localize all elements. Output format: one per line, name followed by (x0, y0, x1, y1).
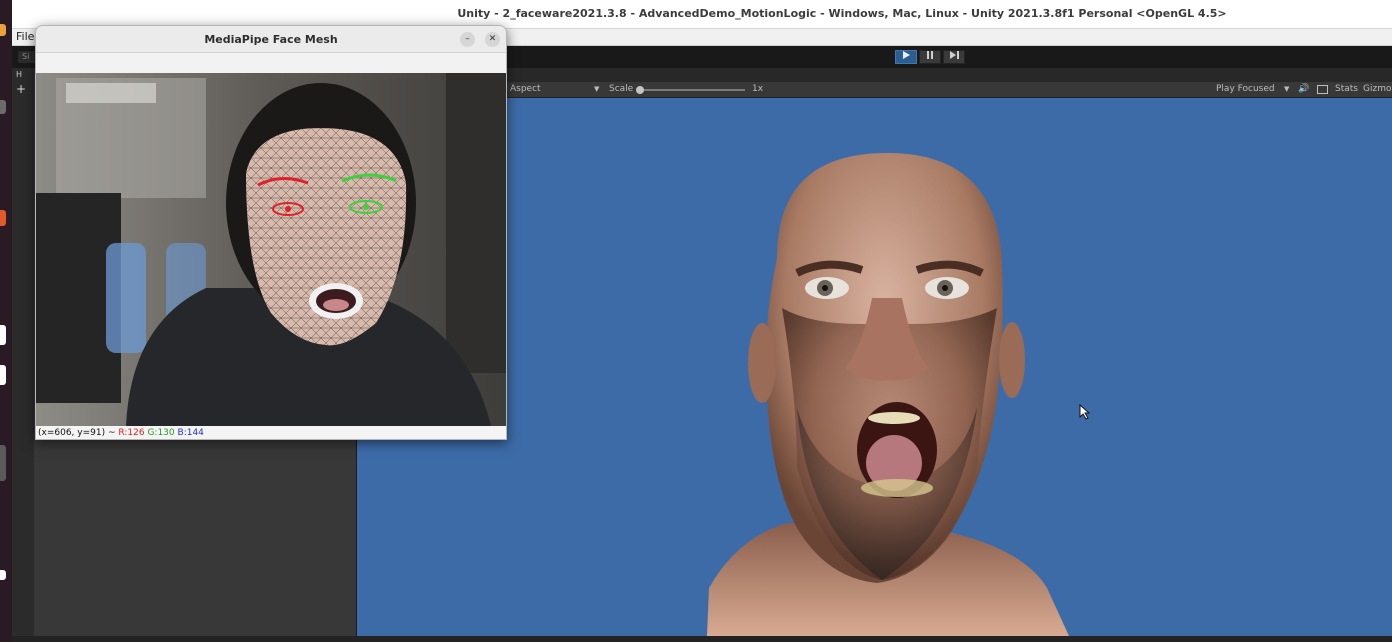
webcam-feed[interactable] (36, 73, 506, 426)
minimize-button[interactable]: – (460, 32, 475, 47)
pixel-red-value: R:126 (118, 428, 145, 438)
gizmos-button[interactable]: Gizmos (1363, 84, 1392, 94)
game-view-toolbar: Aspect ▼ Scale 1x Play Focused ▼ 🔊 Stats… (357, 82, 1392, 98)
scale-slider[interactable] (639, 89, 745, 91)
dock-app-icon[interactable] (0, 24, 6, 36)
dock-app-icon[interactable] (0, 365, 6, 385)
scale-label: Scale (609, 84, 634, 94)
aspect-dropdown[interactable]: Aspect (510, 84, 541, 94)
hierarchy-tab[interactable]: H (16, 70, 36, 82)
ubuntu-dock (0, 0, 12, 642)
mediapipe-window-title: MediaPipe Face Mesh (204, 33, 338, 46)
close-icon: ✕ (488, 34, 497, 44)
3d-head-render (707, 153, 1069, 636)
window-title: Unity - 2_faceware2021.3.8 - AdvancedDem… (457, 7, 1227, 20)
mediapipe-window[interactable]: MediaPipe Face Mesh – ✕ (x=606, y=91) ~ … (35, 25, 507, 440)
speaker-icon[interactable]: 🔊 (1298, 84, 1309, 94)
close-button[interactable]: ✕ (485, 32, 500, 47)
mediapipe-toolbar (36, 53, 506, 73)
cursor-coords: (x=606, y=91) ~ (38, 428, 116, 438)
hierarchy-gutter (12, 68, 34, 642)
play-focused-dropdown[interactable]: Play Focused (1216, 84, 1275, 94)
step-button[interactable] (943, 50, 965, 64)
pause-icon (927, 51, 933, 59)
chevron-down-icon[interactable]: ▼ (1284, 85, 1289, 93)
face-mesh-image (36, 73, 506, 426)
status-strip (12, 636, 1392, 642)
minimize-icon: – (465, 34, 470, 44)
pixel-blue-value: B:144 (177, 428, 204, 438)
game-view[interactable] (357, 98, 1392, 636)
step-icon (949, 51, 959, 59)
scale-slider-handle[interactable] (636, 86, 644, 94)
stats-icon[interactable] (1317, 85, 1328, 94)
mediapipe-statusbar: (x=606, y=91) ~ R:126 G:130 B:144 (36, 426, 506, 439)
dock-app-icon[interactable] (0, 325, 6, 345)
play-icon (903, 51, 910, 59)
chevron-down-icon[interactable]: ▼ (594, 85, 599, 93)
dock-app-icon[interactable] (0, 570, 6, 580)
mediapipe-titlebar[interactable]: MediaPipe Face Mesh – ✕ (36, 26, 506, 53)
add-object-button[interactable]: + (16, 82, 36, 96)
dock-app-icon[interactable] (0, 210, 6, 226)
mouse-cursor-icon (1079, 404, 1091, 420)
game-tab-strip (357, 68, 1392, 82)
play-button[interactable] (895, 50, 917, 64)
stats-button[interactable]: Stats (1335, 84, 1358, 94)
dock-app-icon[interactable] (0, 100, 6, 114)
dock-app-icon[interactable] (0, 445, 6, 481)
scale-value: 1x (752, 84, 764, 94)
menu-file[interactable]: File (16, 30, 34, 43)
pause-button[interactable] (919, 50, 941, 64)
pixel-green-value: G:130 (147, 428, 175, 438)
